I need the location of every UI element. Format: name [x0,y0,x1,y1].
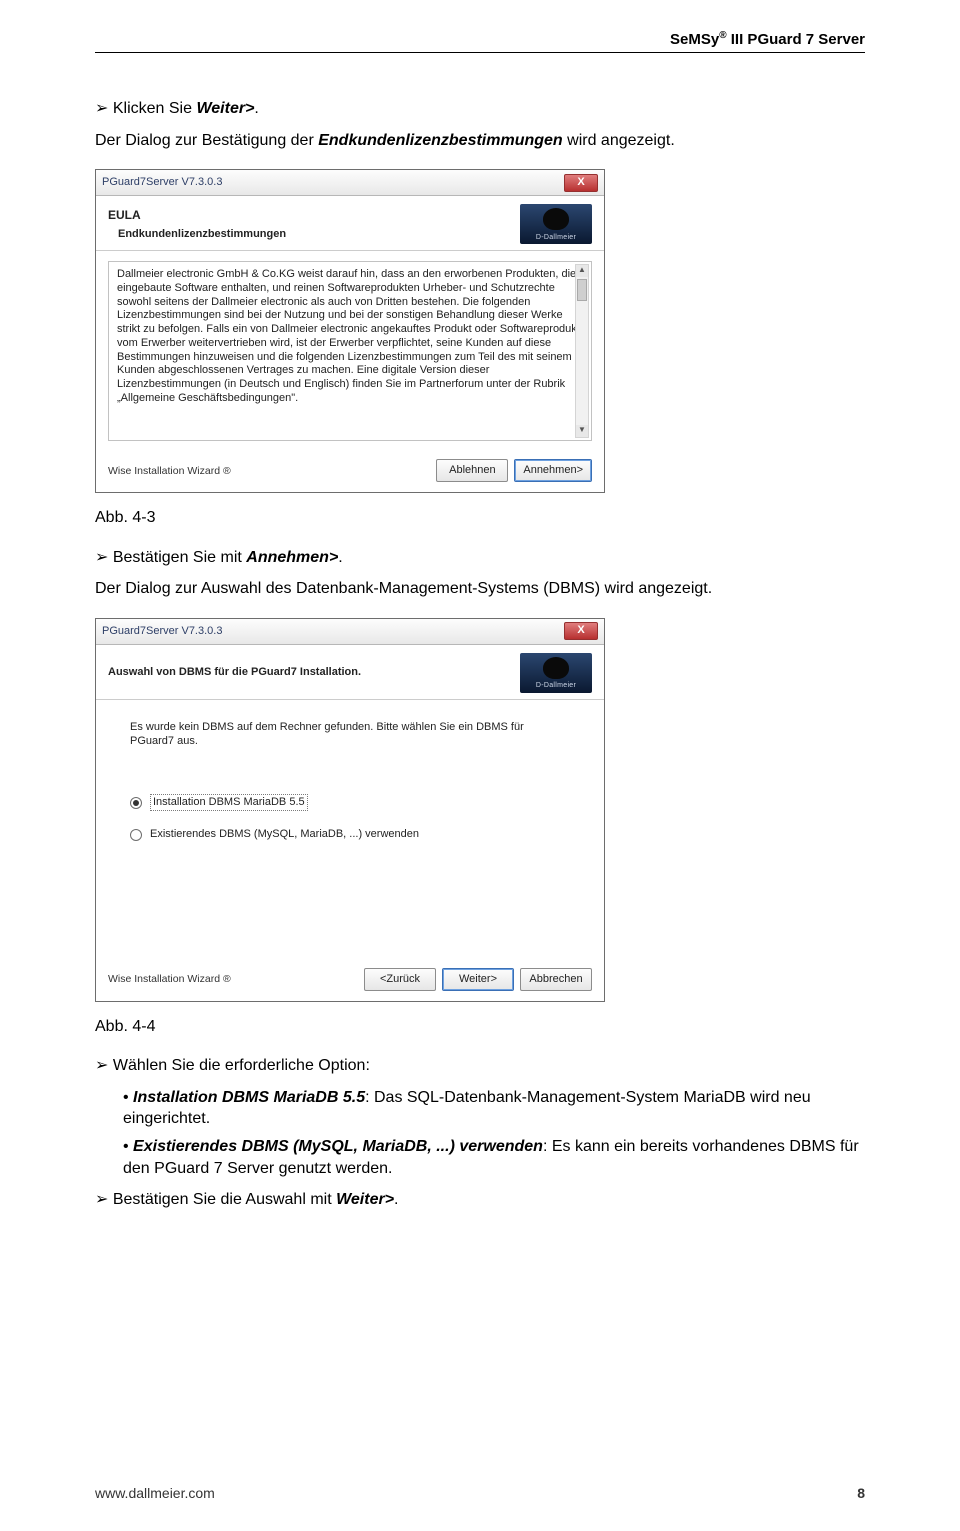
dialog-footer: Wise Installation Wizard ® <Zurück Weite… [96,960,604,1001]
close-button[interactable]: X [564,174,598,192]
footer-url: www.dallmeier.com [95,1485,215,1501]
dialog-dbms: PGuard7Server V7.3.0.3 X Auswahl von DBM… [95,618,605,1002]
action-annehmen: Annehmen> [246,549,338,566]
header-underline [95,52,865,53]
radio-label: Existierendes DBMS (MySQL, MariaDB, ...)… [150,827,419,842]
dialog-header-band: EULA Endkundenlizenzbestimmungen D-Dallm… [96,196,604,251]
header-reg: ® [719,30,726,41]
scroll-up-icon[interactable]: ▲ [576,265,588,277]
back-button[interactable]: <Zurück [364,968,436,991]
radio-option-install-mariadb[interactable]: Installation DBMS MariaDB 5.5 [130,794,570,811]
dialog-eula: PGuard7Server V7.3.0.3 X EULA Endkundenl… [95,169,605,493]
header-product: SeMSy [670,31,719,48]
dbms-message: Es wurde kein DBMS auf dem Rechner gefun… [130,720,570,749]
dialog-titlebar: PGuard7Server V7.3.0.3 X [96,619,604,645]
decline-button[interactable]: Ablehnen [436,459,508,482]
para-eula-dialog-shown: Der Dialog zur Bestätigung der Endkunden… [95,130,865,152]
step-confirm-annehmen: Bestätigen Sie mit Annehmen>. [95,547,865,569]
dialog-footer: Wise Installation Wizard ® Ablehnen Anne… [96,451,604,492]
radio-label: Installation DBMS MariaDB 5.5 [150,794,308,811]
scrollbar[interactable]: ▲ ▼ [575,264,589,438]
step-click-weiter: Klicken Sie Weiter>. [95,98,865,120]
page-content: Klicken Sie Weiter>. Der Dialog zur Best… [95,38,865,1211]
wizard-label: Wise Installation Wizard ® [108,972,231,986]
scroll-down-icon[interactable]: ▼ [576,425,588,437]
wizard-label: Wise Installation Wizard ® [108,464,231,478]
figure-caption-4-3: Abb. 4-3 [95,507,865,529]
action-weiter: Weiter> [336,1191,394,1208]
next-button[interactable]: Weiter> [442,968,514,991]
action-weiter: Weiter> [196,100,254,117]
dialog-title: PGuard7Server V7.3.0.3 [102,175,222,190]
dallmeier-logo: D-Dallmeier [520,204,592,244]
para-dbms-dialog-shown: Der Dialog zur Auswahl des Datenbank-Man… [95,578,865,600]
scroll-thumb[interactable] [577,279,587,301]
eula-subheading: Endkundenlizenzbestimmungen [108,227,520,242]
close-button[interactable]: X [564,622,598,640]
dialog-title: PGuard7Server V7.3.0.3 [102,624,222,639]
dallmeier-logo: D-Dallmeier [520,653,592,693]
dialog-titlebar: PGuard7Server V7.3.0.3 X [96,170,604,196]
step-choose-option: Wählen Sie die erforderliche Option: [95,1055,865,1077]
dbms-heading: Auswahl von DBMS für die PGuard7 Install… [108,665,520,680]
header-suffix: III PGuard 7 Server [731,31,865,48]
cancel-button[interactable]: Abbrechen [520,968,592,991]
option-existing-dbms: Existierendes DBMS (MySQL, MariaDB, ...)… [123,1136,865,1179]
page-header: SeMSy® III PGuard 7 Server [670,30,865,48]
option-install-mariadb: Installation DBMS MariaDB 5.5: Das SQL-D… [123,1087,865,1130]
eula-heading: EULA [108,207,520,223]
radio-icon[interactable] [130,829,142,841]
radio-icon[interactable] [130,797,142,809]
option-list: Installation DBMS MariaDB 5.5: Das SQL-D… [123,1087,865,1179]
page-footer: www.dallmeier.com 8 [95,1485,865,1501]
footer-page-number: 8 [857,1485,865,1501]
figure-caption-4-4: Abb. 4-4 [95,1016,865,1038]
radio-option-existing-dbms[interactable]: Existierendes DBMS (MySQL, MariaDB, ...)… [130,827,570,842]
accept-button[interactable]: Annehmen> [514,459,592,482]
step-confirm-weiter: Bestätigen Sie die Auswahl mit Weiter>. [95,1189,865,1211]
dialog-header-band: Auswahl von DBMS für die PGuard7 Install… [96,645,604,700]
eula-text: Dallmeier electronic GmbH & Co.KG weist … [117,268,580,404]
eula-text-box: Dallmeier electronic GmbH & Co.KG weist … [108,261,592,441]
